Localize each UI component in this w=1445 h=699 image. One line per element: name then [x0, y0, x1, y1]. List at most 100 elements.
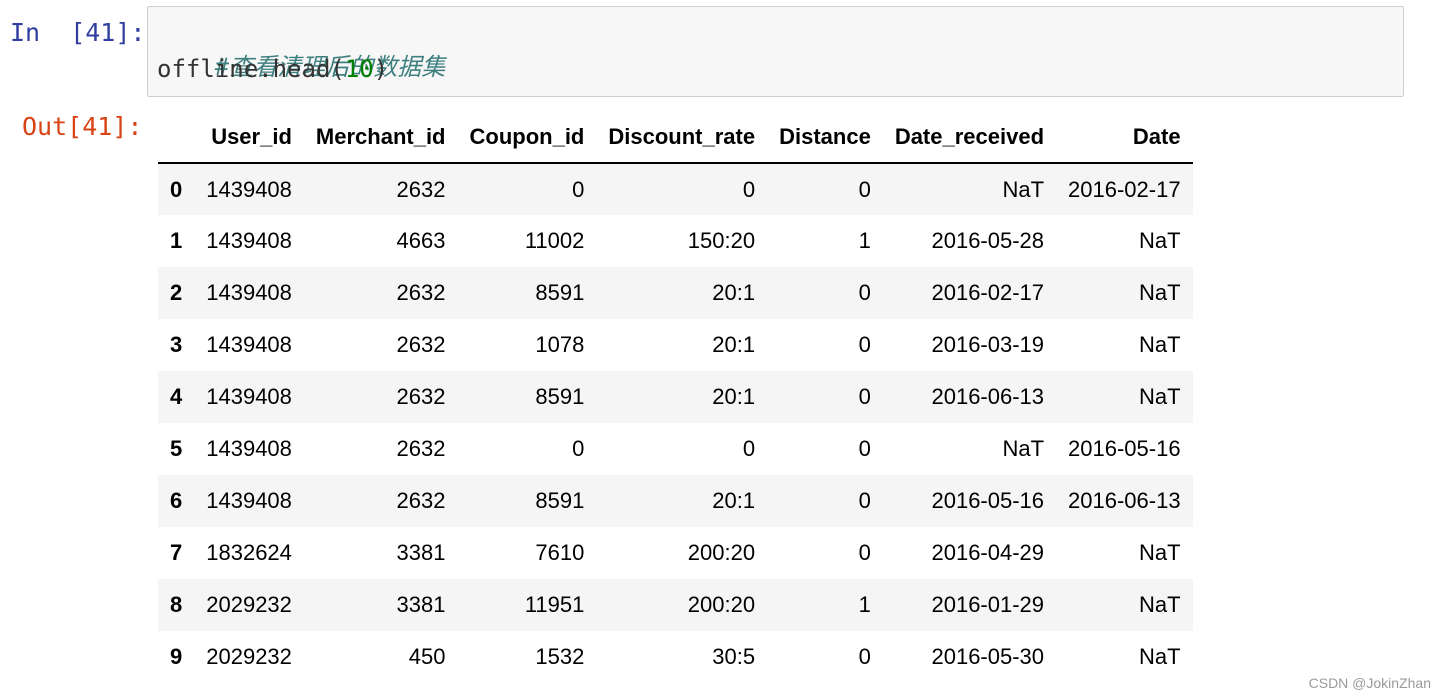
- table-cell: NaT: [1139, 540, 1181, 565]
- table-cell: NaT: [1002, 176, 1045, 202]
- table-cell: 0: [858, 488, 871, 513]
- table-cell: 2016-05-16: [931, 488, 1045, 513]
- column-header: Merchant_id: [303, 112, 458, 164]
- table-cell: 20:1: [712, 280, 756, 305]
- table-cell: NaT: [1139, 644, 1181, 669]
- row-index: 1: [170, 228, 183, 253]
- table-cell: 0: [858, 280, 871, 305]
- row-index: 0: [170, 176, 183, 202]
- table-cell: 2016-05-28: [931, 228, 1045, 253]
- table-cell: 450: [408, 644, 446, 669]
- table-cell: 2016-04-29: [931, 540, 1045, 565]
- table-cell: 1439408: [206, 384, 292, 409]
- table-cell: 2632: [396, 332, 446, 357]
- table-header-row: User_id Merchant_id Coupon_id Discount_r…: [158, 112, 1193, 164]
- table-cell: NaT: [1002, 436, 1045, 461]
- row-index: 7: [170, 540, 183, 565]
- table-row: 1 1439408 4663 11002 150:20 1 2016-05-28 NaT: [158, 215, 1193, 267]
- table-cell: 1832624: [206, 540, 292, 565]
- table-cell: 1439408: [206, 488, 292, 513]
- table-row: 9 2029232 450 1532 30:5 0 2016-05-30 NaT: [158, 631, 1193, 683]
- table-cell: 3381: [396, 540, 446, 565]
- row-index: 2: [170, 280, 183, 305]
- table-cell: 1: [858, 228, 871, 253]
- table-cell: 11951: [524, 592, 585, 617]
- table-row: 3 1439408 2632 1078 20:1 0 2016-03-19 NaT: [158, 319, 1193, 371]
- table-row: 5 1439408 2632 0 0 0 NaT 2016-05-16: [158, 423, 1193, 475]
- table-cell: 0: [858, 384, 871, 409]
- row-index: 5: [170, 436, 183, 461]
- table-cell: 8591: [535, 384, 585, 409]
- column-header: Coupon_id: [457, 112, 597, 164]
- table-row: 7 1832624 3381 7610 200:20 0 2016-04-29 NaT: [158, 527, 1193, 579]
- table-cell: 2632: [396, 176, 446, 202]
- input-prompt: In [41]:: [10, 18, 146, 47]
- table-cell: 1439408: [206, 228, 292, 253]
- code-call-suffix: ): [373, 55, 389, 83]
- table-cell: 0: [858, 644, 871, 669]
- table-cell: 1439408: [206, 280, 292, 305]
- code-call-prefix: offline.head(: [157, 55, 345, 83]
- code-cell[interactable]: #查看清理后的数据集 offline.head(10): [147, 6, 1404, 97]
- code-call-arg: 10: [344, 55, 374, 83]
- table-cell: 1078: [535, 332, 585, 357]
- row-index: 3: [170, 332, 183, 357]
- table-cell: 200:20: [687, 592, 756, 617]
- table-body: 0 1439408 2632 0 0 0 NaT 2016-02-17 1 1439408 4663…: [158, 163, 1193, 683]
- table-cell: 2632: [396, 436, 446, 461]
- table-cell: 2016-03-19: [931, 332, 1045, 357]
- table-cell: 2016-02-17: [1068, 176, 1181, 202]
- table-cell: 20:1: [712, 488, 756, 513]
- table-cell: NaT: [1139, 592, 1181, 617]
- table-cell: 7610: [535, 540, 585, 565]
- table-cell: 0: [742, 176, 756, 202]
- table-cell: 20:1: [712, 384, 756, 409]
- table-cell: NaT: [1139, 280, 1181, 305]
- table-cell: 2632: [396, 384, 446, 409]
- table-cell: 2016-02-17: [931, 280, 1045, 305]
- column-header: Date_received: [882, 112, 1057, 164]
- table-cell: NaT: [1139, 332, 1181, 357]
- row-index: 6: [170, 488, 183, 513]
- table-cell: 2016-05-16: [1068, 436, 1181, 461]
- table-cell: 2632: [396, 280, 446, 305]
- table-row: 2 1439408 2632 8591 20:1 0 2016-02-17 NaT: [158, 267, 1193, 319]
- table-cell: 2029232: [206, 592, 292, 617]
- table-cell: NaT: [1139, 384, 1181, 409]
- table-cell: 2016-05-30: [931, 644, 1045, 669]
- table-cell: 1: [858, 592, 871, 617]
- code-call-line: offline.head(10): [157, 55, 388, 83]
- table-cell: 30:5: [712, 644, 756, 669]
- table-cell: 1439408: [206, 436, 292, 461]
- row-index: 8: [170, 592, 183, 617]
- table-cell: 0: [858, 176, 871, 202]
- table-cell: 20:1: [712, 332, 756, 357]
- table-cell: 1439408: [206, 332, 292, 357]
- table-cell: NaT: [1139, 228, 1181, 253]
- table-cell: 0: [858, 332, 871, 357]
- table-row: 6 1439408 2632 8591 20:1 0 2016-05-16 2016-06-1…: [158, 475, 1193, 527]
- table-cell: 0: [858, 436, 871, 461]
- table-cell: 11002: [524, 228, 585, 253]
- column-header: Date: [1056, 112, 1193, 164]
- table-cell: 0: [742, 436, 756, 461]
- table-row: 0 1439408 2632 0 0 0 NaT 2016-02-17: [158, 163, 1193, 215]
- table-row: 8 2029232 3381 11951 200:20 1 2016-01-29 NaT: [158, 579, 1193, 631]
- column-header: Discount_rate: [596, 112, 768, 164]
- table-cell: 2029232: [206, 644, 292, 669]
- table-row: 4 1439408 2632 8591 20:1 0 2016-06-13 NaT: [158, 371, 1193, 423]
- table-cell: 0: [572, 176, 585, 202]
- row-index: 9: [170, 644, 183, 669]
- table-cell: 0: [858, 540, 871, 565]
- table-cell: 0: [572, 436, 585, 461]
- dataframe-table: User_id Merchant_id Coupon_id Discount_r…: [158, 112, 1193, 683]
- table-cell: 200:20: [687, 540, 756, 565]
- table-cell: 150:20: [687, 228, 756, 253]
- index-header: [158, 112, 195, 164]
- table-cell: 4663: [396, 228, 446, 253]
- column-header: User_id: [194, 112, 304, 164]
- table-cell: 8591: [535, 488, 585, 513]
- table-cell: 2016-01-29: [931, 592, 1045, 617]
- column-header: Distance: [767, 112, 883, 164]
- table-cell: 2016-06-13: [931, 384, 1045, 409]
